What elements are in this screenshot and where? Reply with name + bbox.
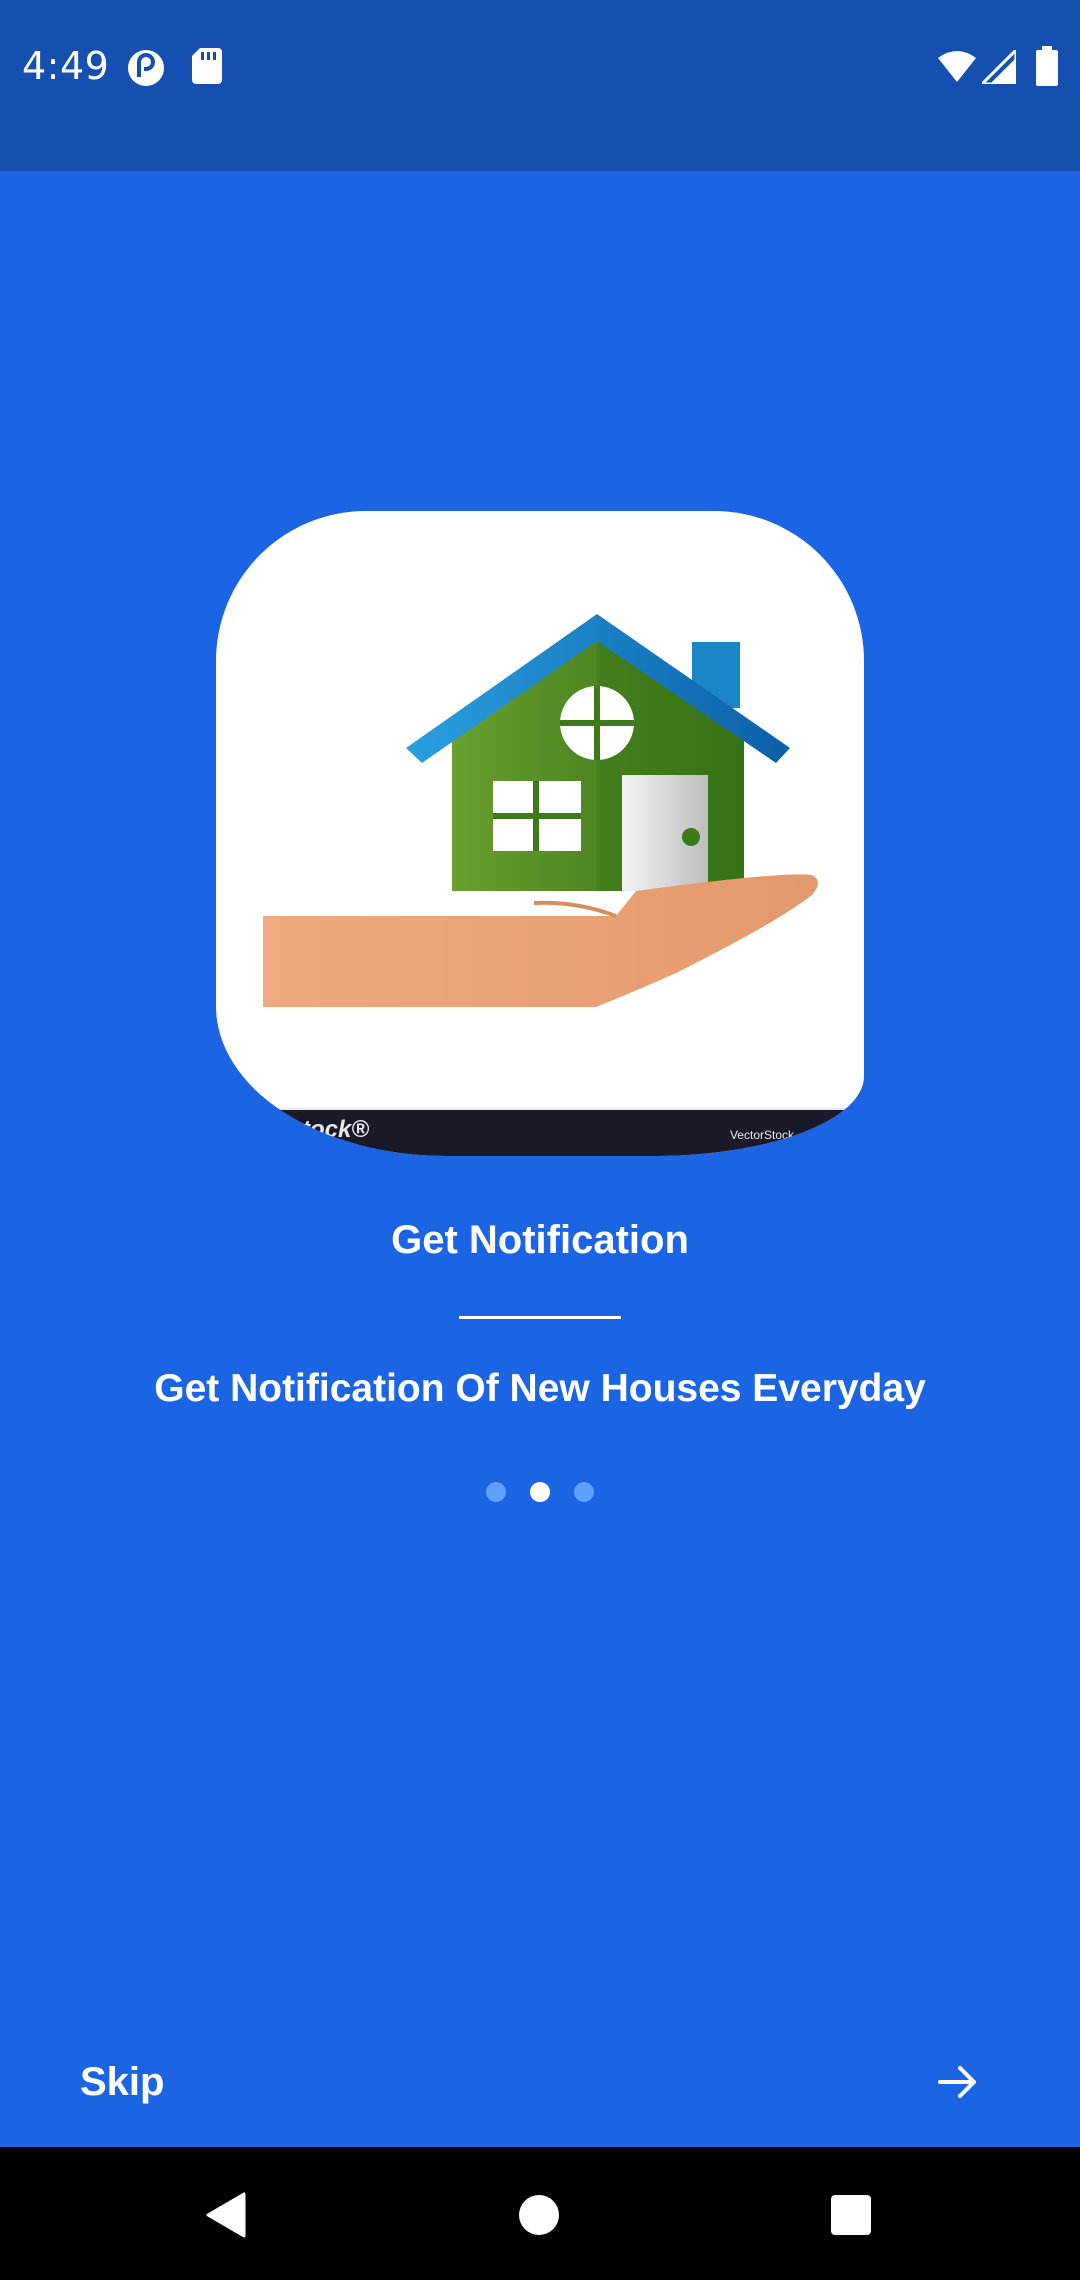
home-button[interactable]	[514, 2190, 564, 2240]
recents-icon	[831, 2195, 871, 2235]
wifi-icon	[938, 50, 976, 87]
status-bar: 4:49	[0, 0, 1080, 171]
signal-icon	[978, 46, 1018, 89]
watermark-right: VectorStock	[729, 1128, 794, 1142]
house-in-hand-icon	[263, 614, 818, 1007]
page-indicator	[0, 1482, 1080, 1502]
recents-button[interactable]	[826, 2190, 876, 2240]
page-dot-3	[574, 1482, 594, 1502]
sd-card-icon	[192, 48, 222, 89]
page-dot-1	[486, 1482, 506, 1502]
title-divider	[459, 1316, 621, 1319]
skip-button[interactable]: Skip	[80, 2060, 164, 2105]
watermark-left: tock®	[302, 1116, 370, 1143]
back-button[interactable]	[202, 2190, 252, 2240]
next-button[interactable]	[934, 2058, 982, 2106]
status-time: 4:49	[22, 44, 110, 88]
onboarding-subtitle: Get Notification Of New Houses Everyday	[154, 1367, 926, 1410]
arrow-right-icon	[938, 2066, 976, 2098]
battery-icon	[1036, 46, 1058, 91]
onboarding-screen: 4:49 tock® VectorStock Get Notification …	[0, 0, 1080, 2280]
back-icon	[206, 2192, 246, 2238]
onboarding-title: Get Notification	[391, 1218, 689, 1262]
watermark-strip: tock® VectorStock	[216, 1108, 864, 1156]
onboarding-illustration: tock® VectorStock	[216, 511, 864, 1156]
page-dot-2	[530, 1482, 550, 1502]
pocket-casts-icon	[126, 48, 166, 93]
home-icon	[519, 2195, 559, 2235]
